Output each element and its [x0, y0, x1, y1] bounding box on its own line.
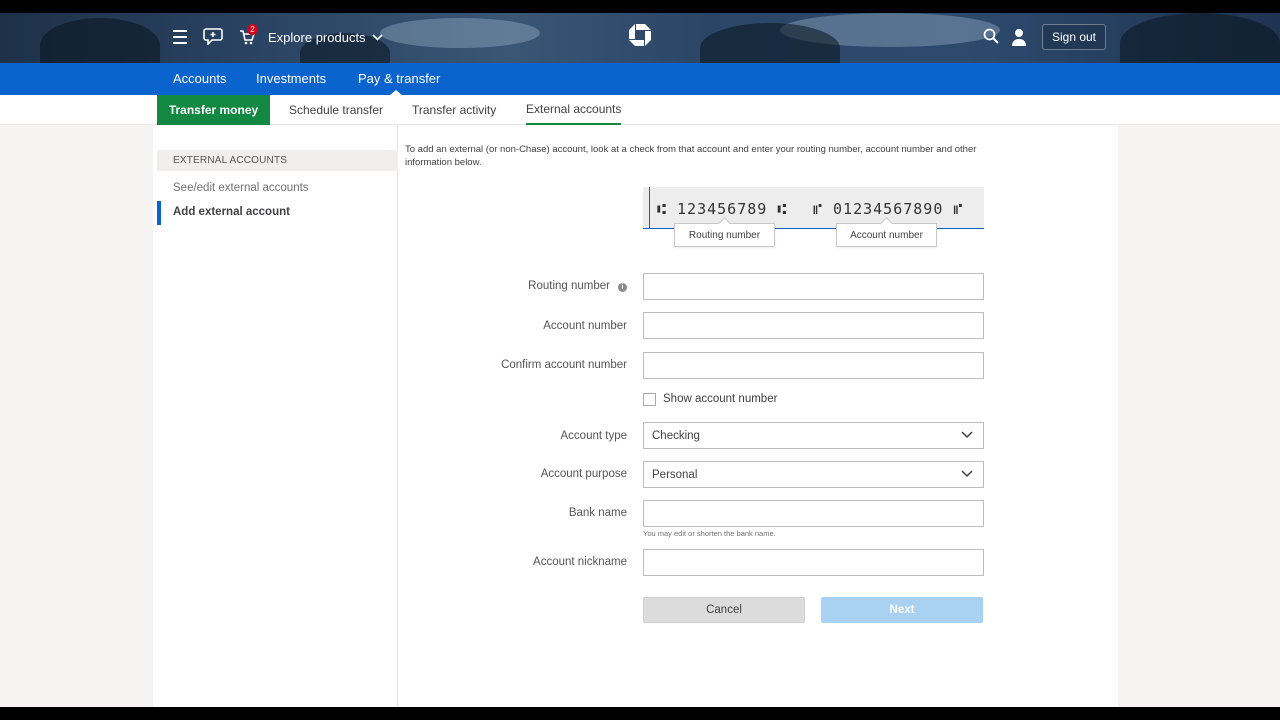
account-type-value: Checking: [652, 430, 700, 442]
bank-name-hint: You may edit or shorten the bank name.: [643, 529, 776, 538]
header-sky: [380, 18, 540, 48]
confirm-account-number-input[interactable]: [643, 352, 984, 379]
tab-transfer-money[interactable]: Transfer money: [157, 95, 270, 125]
user-profile-icon[interactable]: [1011, 27, 1027, 47]
search-icon[interactable]: [982, 27, 1000, 45]
tab-schedule-transfer[interactable]: Schedule transfer: [289, 95, 383, 125]
account-purpose-label: Account purpose: [540, 468, 627, 480]
routing-micr: ⑆ 123456789 ⑆: [657, 200, 788, 218]
account-purpose-select[interactable]: Personal: [643, 461, 984, 488]
explore-products-menu[interactable]: Explore products: [268, 27, 383, 47]
nav-accounts[interactable]: Accounts: [173, 71, 226, 86]
sidebar-item-add-external[interactable]: Add external account: [173, 206, 290, 218]
next-button[interactable]: Next: [821, 597, 983, 623]
notification-badge: 2: [247, 24, 258, 35]
show-account-number-label[interactable]: Show account number: [663, 393, 777, 405]
account-number-label: Account number: [543, 320, 627, 332]
account-number-callout: Account number: [836, 223, 937, 247]
header-tree: [40, 18, 160, 63]
chevron-down-icon: [961, 470, 973, 478]
main-nav: Accounts Investments Pay & transfer: [0, 63, 1280, 95]
sign-out-button[interactable]: Sign out: [1042, 24, 1106, 50]
routing-number-callout: Routing number: [674, 223, 775, 247]
sub-nav: Transfer money Schedule transfer Transfe…: [0, 95, 1280, 125]
routing-number-input[interactable]: [643, 273, 984, 300]
show-account-number-checkbox[interactable]: [643, 393, 656, 406]
sidebar-active-indicator: [157, 201, 161, 225]
intro-text: To add an external (or non-Chase) accoun…: [405, 144, 977, 168]
tab-external-accounts[interactable]: External accounts: [526, 95, 622, 125]
tab-transfer-activity[interactable]: Transfer activity: [412, 95, 496, 125]
check-divider: [649, 187, 650, 229]
info-icon[interactable]: i: [618, 283, 627, 292]
cancel-button[interactable]: Cancel: [643, 597, 805, 623]
account-number-input[interactable]: [643, 312, 984, 339]
sidebar: EXTERNAL ACCOUNTS See/edit external acco…: [153, 125, 398, 707]
sidebar-item-see-edit[interactable]: See/edit external accounts: [173, 182, 309, 194]
nav-investments[interactable]: Investments: [256, 71, 326, 86]
nav-pay-transfer[interactable]: Pay & transfer: [358, 71, 440, 86]
account-nickname-label: Account nickname: [533, 556, 627, 568]
bank-name-label: Bank name: [568, 507, 627, 519]
routing-number-label: Routing number: [383, 280, 610, 292]
letterbox-bottom: [0, 707, 1280, 720]
chevron-down-icon: [961, 431, 973, 439]
confirm-account-number-label: Confirm account number: [501, 359, 627, 371]
account-micr: ⑈ 01234567890 ⑈: [813, 200, 964, 218]
account-nickname-input[interactable]: [643, 549, 984, 576]
header-tree: [1120, 13, 1280, 63]
menu-icon[interactable]: [172, 30, 188, 44]
content-panel: EXTERNAL ACCOUNTS See/edit external acco…: [153, 125, 1118, 707]
chat-icon[interactable]: [203, 27, 223, 45]
top-header: 2 Explore products Sign out: [0, 13, 1280, 63]
sidebar-heading: EXTERNAL ACCOUNTS: [157, 150, 398, 171]
account-type-select[interactable]: Checking: [643, 422, 984, 449]
account-purpose-value: Personal: [652, 469, 698, 481]
chase-logo-icon[interactable]: [628, 23, 652, 47]
routing-number-label-text: Routing number: [528, 280, 610, 292]
chevron-down-icon: [371, 33, 383, 41]
page-background: EXTERNAL ACCOUNTS See/edit external acco…: [0, 125, 1280, 707]
account-type-label: Account type: [560, 430, 627, 442]
bank-name-input[interactable]: [643, 500, 984, 527]
explore-products-label: Explore products: [268, 29, 366, 45]
letterbox-top: [0, 0, 1280, 13]
